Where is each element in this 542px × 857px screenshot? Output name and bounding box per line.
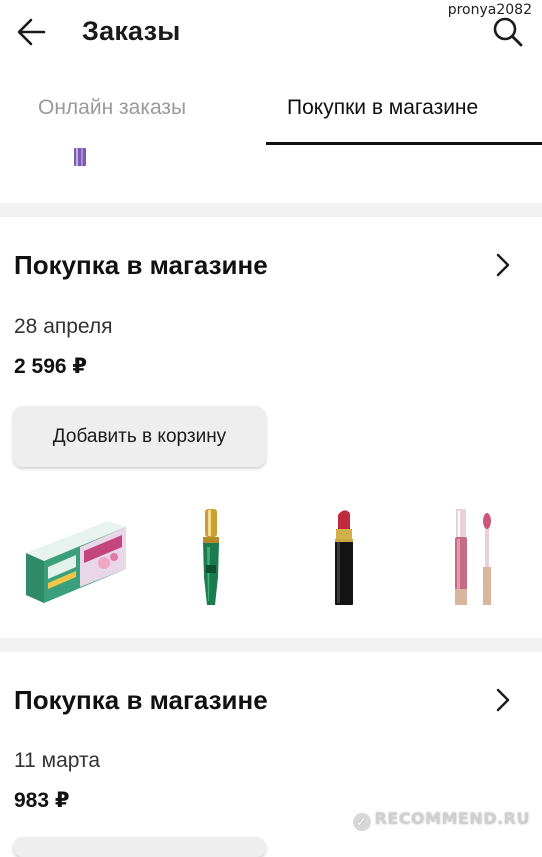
back-button[interactable] (14, 14, 50, 50)
active-tab-indicator (266, 142, 542, 145)
chevron-right-icon[interactable] (494, 252, 512, 278)
add-to-cart-button[interactable]: Добавить в корзину (13, 406, 266, 467)
order-card[interactable]: Покупка в магазине 28 апреля 2 596 ₽ Доб… (0, 217, 542, 638)
order-title: Покупка в магазине (14, 685, 268, 715)
order-tabs: Онлайн заказы Покупки в магазине (0, 86, 542, 148)
search-button[interactable] (492, 16, 524, 48)
tab-online-orders[interactable]: Онлайн заказы (38, 96, 186, 120)
mascara-green-image[interactable] (196, 507, 226, 607)
toothpaste-himalaya-image[interactable] (24, 507, 128, 607)
tab-store-purchases[interactable]: Покупки в магазине (287, 96, 478, 120)
order-date: 11 марта (14, 749, 101, 772)
order-products (0, 507, 542, 607)
lipstick-red-image[interactable] (333, 507, 355, 607)
order-date: 28 апреля (14, 315, 113, 338)
app-header: Заказы (0, 0, 542, 64)
search-icon (493, 17, 523, 47)
order-total: 2 596 ₽ (14, 355, 87, 378)
arrow-left-icon (17, 18, 46, 46)
order-total: 983 ₽ (14, 789, 70, 812)
section-separator (0, 638, 542, 652)
site-watermark: ✓ RECOMMEND.RU (352, 809, 530, 831)
section-separator (0, 203, 542, 217)
order-title: Покупка в магазине (14, 250, 268, 280)
recommend-logo-icon: ✓ (352, 813, 371, 831)
lip-gloss-pink-image[interactable] (449, 507, 509, 607)
chevron-right-icon[interactable] (494, 687, 512, 713)
promo-product-thumbnail[interactable] (73, 146, 87, 168)
site-watermark-text: RECOMMEND.RU (374, 809, 530, 828)
add-to-cart-button[interactable] (13, 837, 266, 857)
page-title: Заказы (82, 16, 181, 46)
